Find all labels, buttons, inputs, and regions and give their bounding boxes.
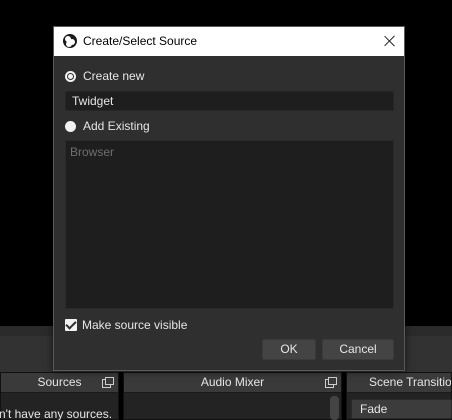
sources-dock-title: Sources [37,375,82,389]
transition-select[interactable]: Fade [351,399,452,419]
cancel-button[interactable]: Cancel [322,339,394,360]
scene-transitions-dock-header: Scene Transition [347,373,451,393]
create-new-radio[interactable] [65,70,76,82]
sources-dock-header: Sources [1,373,118,393]
float-dock-icon[interactable] [102,377,114,388]
audio-mixer-scrollbar[interactable] [330,396,339,420]
create-select-source-dialog: Create/Select Source Create new Add Exis… [53,26,405,371]
list-item[interactable]: Browser [70,145,114,159]
existing-sources-list[interactable]: Browser [65,140,394,309]
audio-mixer-dock-header: Audio Mixer [124,373,341,393]
source-name-input[interactable] [65,91,394,111]
float-dock-icon[interactable] [325,377,337,388]
transition-select-value: Fade [360,402,388,416]
dialog-title: Create/Select Source [83,34,198,48]
make-visible-row[interactable]: Make source visible [65,317,187,333]
create-new-label: Create new [83,69,145,83]
obs-logo-icon [63,34,77,48]
add-existing-radio[interactable] [65,120,76,132]
sources-empty-text: n't have any sources. [0,407,113,420]
audio-mixer-dock: Audio Mixer [123,372,342,420]
ok-button[interactable]: OK [262,339,316,360]
audio-mixer-dock-title: Audio Mixer [200,375,265,389]
dialog-titlebar: Create/Select Source [54,27,404,56]
close-icon[interactable] [381,32,399,50]
scene-transitions-dock-title: Scene Transition [369,375,451,389]
make-visible-checkbox[interactable] [65,319,77,331]
add-existing-radio-row[interactable]: Add Existing [65,118,150,134]
add-existing-label: Add Existing [83,119,150,133]
make-visible-label: Make source visible [82,318,188,332]
create-new-radio-row[interactable]: Create new [65,68,144,84]
